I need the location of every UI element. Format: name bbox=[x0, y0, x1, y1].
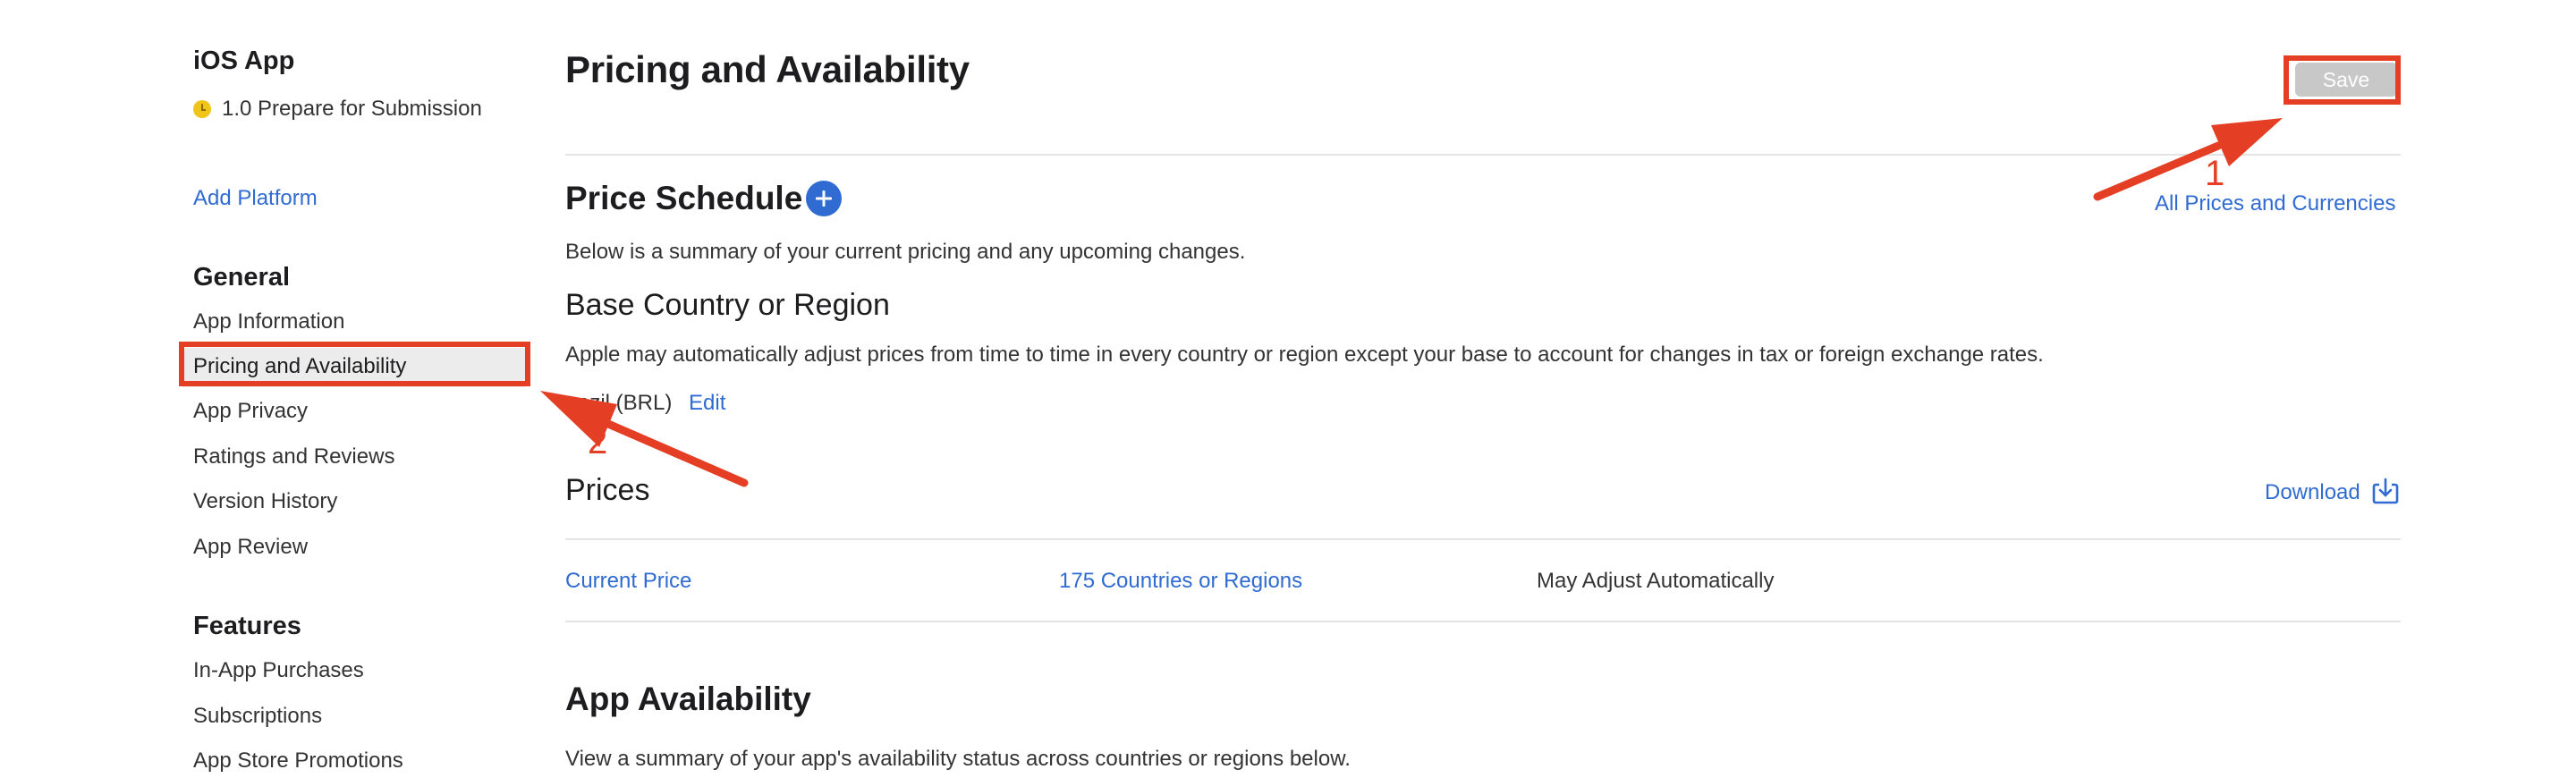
annotation-label-1: 1 bbox=[2205, 154, 2225, 193]
annotation-arrows bbox=[540, 118, 2283, 487]
annotation-label-2: 2 bbox=[588, 422, 608, 461]
annotation-arrow-1 bbox=[2093, 141, 2223, 201]
annotation-arrow-2 bbox=[604, 419, 749, 487]
